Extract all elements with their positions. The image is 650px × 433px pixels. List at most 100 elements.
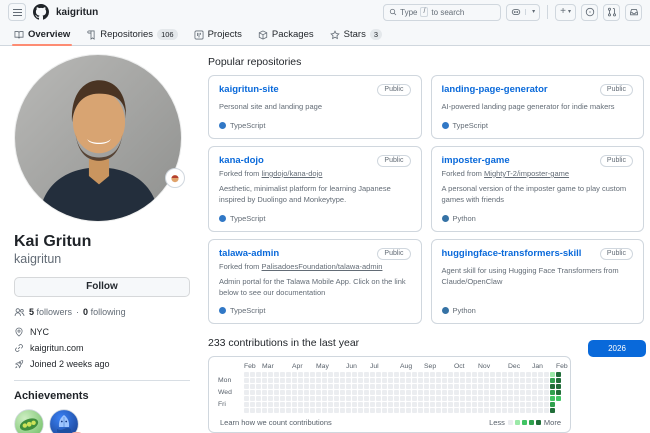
contribution-cell[interactable] xyxy=(286,372,291,378)
contribution-cell[interactable] xyxy=(358,384,363,390)
contribution-cell[interactable] xyxy=(430,408,435,414)
contribution-cell[interactable] xyxy=(454,402,459,408)
contribution-cell[interactable] xyxy=(292,390,297,396)
contribution-cell[interactable] xyxy=(316,408,321,414)
contribution-cell[interactable] xyxy=(310,402,315,408)
contribution-cell[interactable] xyxy=(274,390,279,396)
contribution-cell[interactable] xyxy=(550,390,555,396)
website-link[interactable]: kaigritun.com xyxy=(30,343,84,353)
contribution-cell[interactable] xyxy=(538,408,543,414)
contribution-cell[interactable] xyxy=(268,390,273,396)
contribution-cell[interactable] xyxy=(352,396,357,402)
contribution-cell[interactable] xyxy=(286,384,291,390)
contribution-cell[interactable] xyxy=(256,402,261,408)
contribution-cell[interactable] xyxy=(424,402,429,408)
contribution-cell[interactable] xyxy=(346,384,351,390)
contribution-cell[interactable] xyxy=(292,402,297,408)
contribution-cell[interactable] xyxy=(244,384,249,390)
contribution-cell[interactable] xyxy=(472,372,477,378)
contribution-cell[interactable] xyxy=(544,408,549,414)
status-emoji-badge[interactable] xyxy=(165,168,185,188)
contribution-cell[interactable] xyxy=(388,378,393,384)
contribution-cell[interactable] xyxy=(298,390,303,396)
contribution-cell[interactable] xyxy=(280,408,285,414)
contribution-cell[interactable] xyxy=(262,402,267,408)
fork-source-link[interactable]: MightyT-2/imposter-game xyxy=(484,169,569,178)
contribution-cell[interactable] xyxy=(280,396,285,402)
contribution-cell[interactable] xyxy=(268,372,273,378)
contribution-cell[interactable] xyxy=(526,372,531,378)
contribution-cell[interactable] xyxy=(544,396,549,402)
contribution-cell[interactable] xyxy=(352,384,357,390)
fork-source-link[interactable]: PalisadoesFoundation/talawa-admin xyxy=(262,262,383,271)
context-username[interactable]: kaigritun xyxy=(56,7,98,18)
contribution-cell[interactable] xyxy=(526,390,531,396)
contribution-cell[interactable] xyxy=(454,408,459,414)
contribution-cell[interactable] xyxy=(418,384,423,390)
contribution-cell[interactable] xyxy=(244,408,249,414)
contribution-cell[interactable] xyxy=(346,408,351,414)
contribution-cell[interactable] xyxy=(556,372,561,378)
contribution-cell[interactable] xyxy=(538,390,543,396)
contribution-cell[interactable] xyxy=(370,390,375,396)
contribution-cell[interactable] xyxy=(310,372,315,378)
contribution-cell[interactable] xyxy=(556,396,561,402)
contribution-cell[interactable] xyxy=(478,372,483,378)
contribution-cell[interactable] xyxy=(406,402,411,408)
contribution-cell[interactable] xyxy=(328,384,333,390)
contribution-cell[interactable] xyxy=(376,372,381,378)
contribution-cell[interactable] xyxy=(478,396,483,402)
achievement-pull-shark[interactable]: x2 xyxy=(49,408,83,433)
contribution-cell[interactable] xyxy=(490,378,495,384)
contribution-cell[interactable] xyxy=(472,384,477,390)
search-input[interactable]: Type / to search xyxy=(383,3,502,21)
contribution-cell[interactable] xyxy=(484,378,489,384)
contribution-cell[interactable] xyxy=(418,378,423,384)
contribution-cell[interactable] xyxy=(304,372,309,378)
contribution-cell[interactable] xyxy=(484,396,489,402)
contribution-cell[interactable] xyxy=(298,378,303,384)
contribution-cell[interactable] xyxy=(442,384,447,390)
contribution-cell[interactable] xyxy=(430,372,435,378)
contribution-cell[interactable] xyxy=(358,402,363,408)
contribution-cell[interactable] xyxy=(304,384,309,390)
contribution-cell[interactable] xyxy=(484,408,489,414)
contribution-cell[interactable] xyxy=(298,396,303,402)
contribution-cell[interactable] xyxy=(544,384,549,390)
contribution-cell[interactable] xyxy=(406,396,411,402)
contribution-cell[interactable] xyxy=(316,384,321,390)
fork-source-link[interactable]: lingdojo/kana-dojo xyxy=(262,169,323,178)
contribution-cell[interactable] xyxy=(310,384,315,390)
contribution-cell[interactable] xyxy=(502,384,507,390)
contribution-cell[interactable] xyxy=(436,396,441,402)
contribution-cell[interactable] xyxy=(472,378,477,384)
contribution-cell[interactable] xyxy=(496,402,501,408)
contribution-cell[interactable] xyxy=(538,372,543,378)
contribution-cell[interactable] xyxy=(532,372,537,378)
contribution-cell[interactable] xyxy=(418,372,423,378)
contribution-cell[interactable] xyxy=(346,390,351,396)
contribution-cell[interactable] xyxy=(412,408,417,414)
contribution-cell[interactable] xyxy=(418,408,423,414)
contribution-cell[interactable] xyxy=(352,390,357,396)
contribution-cell[interactable] xyxy=(502,408,507,414)
contribution-cell[interactable] xyxy=(394,402,399,408)
contribution-cell[interactable] xyxy=(454,384,459,390)
contribution-cell[interactable] xyxy=(466,378,471,384)
contribution-cell[interactable] xyxy=(274,372,279,378)
contribution-cell[interactable] xyxy=(466,390,471,396)
repo-link[interactable]: kaigritun-site xyxy=(219,84,279,95)
github-logo-icon[interactable] xyxy=(33,4,49,20)
contribution-cell[interactable] xyxy=(370,396,375,402)
contribution-cell[interactable] xyxy=(346,396,351,402)
contribution-cell[interactable] xyxy=(376,408,381,414)
create-new-button[interactable]: + ▾ xyxy=(555,3,576,21)
contribution-cell[interactable] xyxy=(472,408,477,414)
contribution-cell[interactable] xyxy=(484,390,489,396)
contribution-cell[interactable] xyxy=(514,378,519,384)
contribution-cell[interactable] xyxy=(298,402,303,408)
contribution-cell[interactable] xyxy=(544,378,549,384)
contribution-cell[interactable] xyxy=(484,402,489,408)
contribution-cell[interactable] xyxy=(328,408,333,414)
contribution-cell[interactable] xyxy=(424,390,429,396)
